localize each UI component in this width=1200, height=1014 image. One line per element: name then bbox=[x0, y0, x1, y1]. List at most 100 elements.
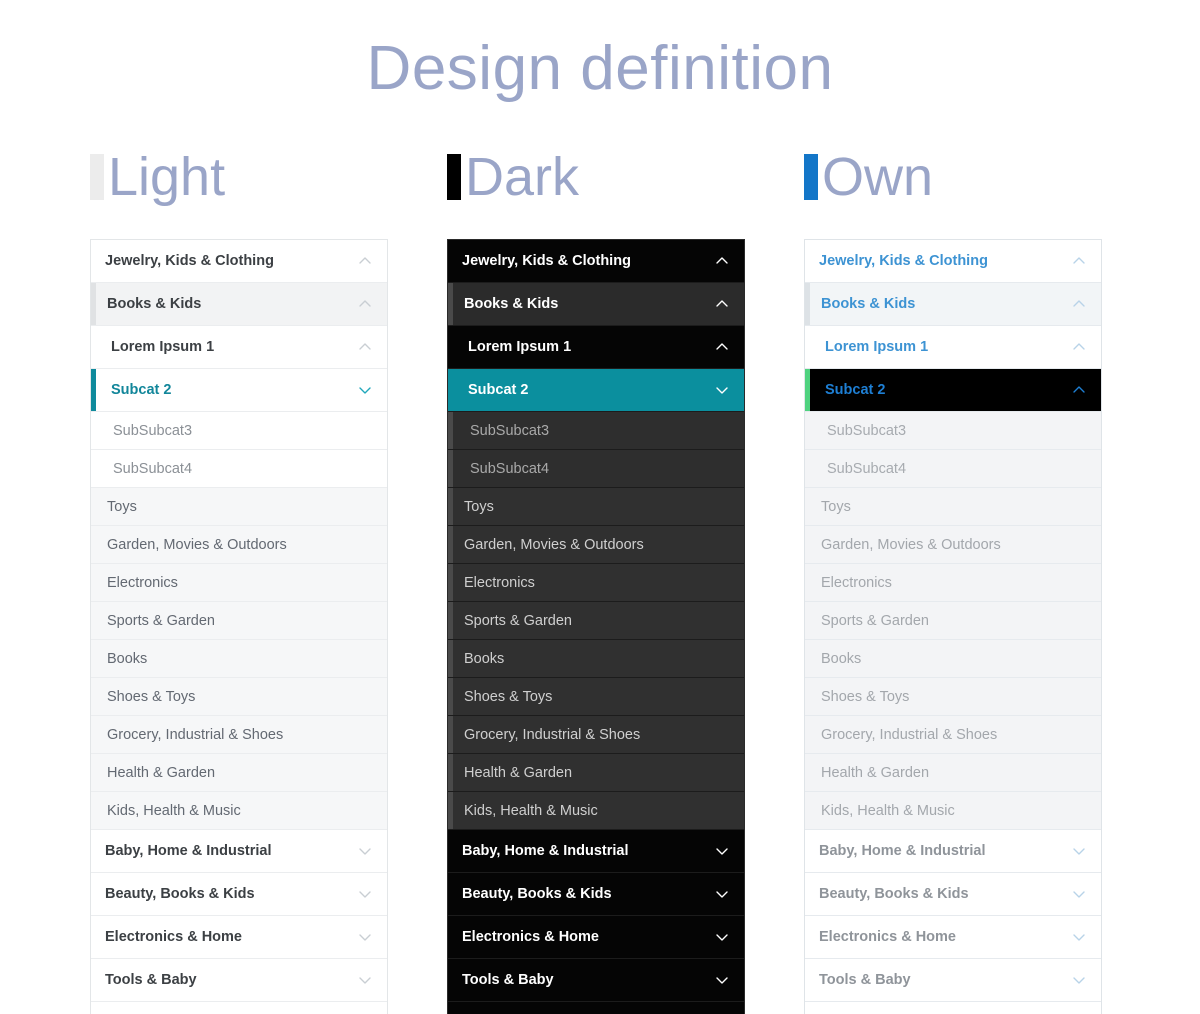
menu-item-label: Baby, Home & Industrial bbox=[105, 843, 272, 860]
menu-item-label: Lorem Ipsum 1 bbox=[111, 339, 215, 356]
chevron-down-icon[interactable] bbox=[714, 972, 730, 988]
chevron-up-icon[interactable] bbox=[1071, 339, 1087, 355]
chevron-up-icon[interactable] bbox=[1071, 253, 1087, 269]
menu-item[interactable]: Electronics & Home bbox=[448, 916, 744, 960]
menu-item[interactable]: Books bbox=[805, 640, 1101, 679]
menu-item[interactable]: SubSubcat3 bbox=[448, 412, 744, 451]
menu-item[interactable]: Garden, Movies & Outdoors bbox=[448, 526, 744, 565]
chevron-down-icon[interactable] bbox=[357, 929, 373, 945]
menu-item[interactable]: Books & Kids bbox=[805, 283, 1101, 327]
indent-accent-bar bbox=[448, 450, 453, 488]
menu-item[interactable]: Lorem Ipsum 1 bbox=[91, 326, 387, 370]
menu-item[interactable]: Grocery, Industrial & Shoes bbox=[805, 716, 1101, 755]
menu-item[interactable]: SubSubcat4 bbox=[805, 450, 1101, 489]
menu-item[interactable]: Health & Garden bbox=[805, 754, 1101, 793]
menu-item-label: Tools & Baby bbox=[462, 972, 554, 989]
menu-item[interactable]: Shoes & Toys bbox=[448, 678, 744, 717]
menu-item[interactable]: SubSubcat4 bbox=[91, 450, 387, 489]
menu-item-label: Shoes & Toys bbox=[821, 688, 910, 705]
menu-item[interactable]: Books bbox=[91, 640, 387, 679]
chevron-up-icon[interactable] bbox=[357, 339, 373, 355]
menu-item[interactable]: Baby, Home & Industrial bbox=[805, 830, 1101, 874]
menu-item[interactable]: Jewelry, Kids & Clothing bbox=[91, 240, 387, 284]
chevron-up-icon[interactable] bbox=[714, 253, 730, 269]
menu-item[interactable]: Electronics bbox=[805, 564, 1101, 603]
indent-accent-bar bbox=[805, 526, 810, 563]
menu-item-label: Toys bbox=[821, 498, 851, 515]
menu-item[interactable]: Subcat 2 bbox=[805, 369, 1101, 413]
menu-item[interactable]: Tools & Baby bbox=[805, 959, 1101, 1003]
chevron-down-icon[interactable] bbox=[357, 843, 373, 859]
menu-item[interactable]: Books & Kids bbox=[448, 283, 744, 327]
chevron-up-icon[interactable] bbox=[714, 296, 730, 312]
menu-item[interactable]: Kids, Health & Music bbox=[805, 792, 1101, 831]
menu-item[interactable]: Electronics & Home bbox=[91, 916, 387, 960]
chevron-down-icon[interactable] bbox=[714, 886, 730, 902]
menu-item[interactable]: Jewelry, Kids & Clothing bbox=[448, 240, 744, 284]
menu-item[interactable]: Books & Kids bbox=[91, 283, 387, 327]
menu-item[interactable]: Music, Kids & Sports bbox=[805, 1002, 1101, 1014]
chevron-down-icon[interactable] bbox=[357, 972, 373, 988]
theme-name-label: Own bbox=[822, 147, 934, 208]
menu-item[interactable]: Health & Garden bbox=[91, 754, 387, 793]
menu-item[interactable]: Beauty, Books & Kids bbox=[448, 873, 744, 917]
chevron-down-icon[interactable] bbox=[1071, 886, 1087, 902]
menu-item[interactable]: Subcat 2 bbox=[448, 369, 744, 413]
menu-item[interactable]: Music, Kids & Sports bbox=[448, 1002, 744, 1014]
chevron-up-icon[interactable] bbox=[714, 339, 730, 355]
menu-item[interactable]: Baby, Home & Industrial bbox=[448, 830, 744, 874]
theme-name-label: Light bbox=[108, 147, 226, 208]
menu-item[interactable]: Shoes & Toys bbox=[805, 678, 1101, 717]
menu-item[interactable]: Health & Garden bbox=[448, 754, 744, 793]
chevron-down-icon[interactable] bbox=[1071, 972, 1087, 988]
menu-item[interactable]: Beauty, Books & Kids bbox=[91, 873, 387, 917]
menu-item[interactable]: Kids, Health & Music bbox=[448, 792, 744, 831]
theme-column-light: Light Jewelry, Kids & Clothing Books & Kid… bbox=[90, 139, 390, 1014]
menu-item[interactable]: Lorem Ipsum 1 bbox=[805, 326, 1101, 370]
menu-item[interactable]: SubSubcat4 bbox=[448, 450, 744, 489]
menu-item[interactable]: Books bbox=[448, 640, 744, 679]
menu-item[interactable]: Toys bbox=[805, 488, 1101, 527]
menu-item[interactable]: Garden, Movies & Outdoors bbox=[91, 526, 387, 565]
chevron-down-icon[interactable] bbox=[357, 886, 373, 902]
menu-item[interactable]: Baby, Home & Industrial bbox=[91, 830, 387, 874]
chevron-down-icon[interactable] bbox=[1071, 843, 1087, 859]
menu-item[interactable]: Jewelry, Kids & Clothing bbox=[805, 240, 1101, 284]
menu-item[interactable]: Beauty, Books & Kids bbox=[805, 873, 1101, 917]
menu-item[interactable]: Sports & Garden bbox=[448, 602, 744, 641]
menu-item-label: Jewelry, Kids & Clothing bbox=[105, 253, 274, 270]
menu-item[interactable]: Shoes & Toys bbox=[91, 678, 387, 717]
menu-item[interactable]: Subcat 2 bbox=[91, 369, 387, 413]
menu-item[interactable]: Lorem Ipsum 1 bbox=[448, 326, 744, 370]
menu-item[interactable]: Kids, Health & Music bbox=[91, 792, 387, 831]
menu-item[interactable]: Electronics bbox=[448, 564, 744, 603]
menu-item[interactable]: Sports & Garden bbox=[91, 602, 387, 641]
chevron-up-icon[interactable] bbox=[1071, 382, 1087, 398]
menu-item[interactable]: Sports & Garden bbox=[805, 602, 1101, 641]
indent-accent-bar bbox=[91, 526, 96, 563]
menu-item[interactable]: SubSubcat3 bbox=[91, 412, 387, 451]
menu-item-label: SubSubcat4 bbox=[827, 460, 907, 477]
menu-item[interactable]: Toys bbox=[91, 488, 387, 527]
theme-heading-light: Light bbox=[90, 139, 390, 215]
chevron-up-icon[interactable] bbox=[357, 253, 373, 269]
menu-item[interactable]: Electronics bbox=[91, 564, 387, 603]
menu-item[interactable]: Grocery, Industrial & Shoes bbox=[448, 716, 744, 755]
menu-item[interactable]: Electronics & Home bbox=[805, 916, 1101, 960]
chevron-down-icon[interactable] bbox=[1071, 929, 1087, 945]
menu-item[interactable]: Grocery, Industrial & Shoes bbox=[91, 716, 387, 755]
menu-item[interactable]: SubSubcat3 bbox=[805, 412, 1101, 451]
chevron-down-icon[interactable] bbox=[714, 929, 730, 945]
chevron-down-icon[interactable] bbox=[714, 843, 730, 859]
menu-item-label: Shoes & Toys bbox=[464, 688, 553, 705]
chevron-down-icon[interactable] bbox=[357, 382, 373, 398]
chevron-up-icon[interactable] bbox=[1071, 296, 1087, 312]
chevron-down-icon[interactable] bbox=[714, 382, 730, 398]
menu-item[interactable]: Tools & Baby bbox=[448, 959, 744, 1003]
menu-item-label: Books bbox=[464, 650, 505, 667]
menu-item[interactable]: Music, Kids & Sports bbox=[91, 1002, 387, 1014]
chevron-up-icon[interactable] bbox=[357, 296, 373, 312]
menu-item[interactable]: Garden, Movies & Outdoors bbox=[805, 526, 1101, 565]
menu-item[interactable]: Tools & Baby bbox=[91, 959, 387, 1003]
menu-item[interactable]: Toys bbox=[448, 488, 744, 527]
